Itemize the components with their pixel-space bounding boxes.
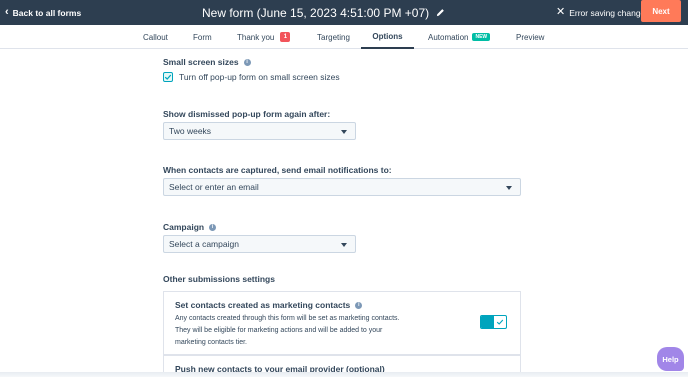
small-screen-label: Small screen sizes (163, 57, 239, 67)
form-title-area: New form (June 15, 2023 4:51:00 PM +07) (202, 0, 445, 25)
tab-label: Callout (143, 32, 168, 42)
top-bar: ‹ Back to all forms New form (June 15, 2… (0, 0, 688, 25)
campaign-label: Campaign (163, 222, 205, 232)
pencil-icon[interactable] (436, 8, 445, 17)
small-screen-checkbox-label: Turn off pop-up form on small screen siz… (179, 72, 340, 82)
notification-email-select[interactable]: Select or enter an email (163, 178, 521, 196)
caret-down-icon (341, 243, 347, 247)
back-label: Back to all forms (12, 7, 82, 18)
chevron-left-icon: ‹ (5, 6, 9, 18)
dismissed-heading: Show dismissed pop-up form again after: (163, 109, 330, 119)
tab-thank-you[interactable]: Thank you 1 (237, 25, 291, 49)
small-screen-heading: Small screen sizes i (163, 57, 251, 67)
info-icon[interactable]: i (355, 301, 363, 309)
tab-preview[interactable]: Preview (516, 25, 544, 49)
marketing-contacts-description: Any contacts created through this form w… (175, 315, 400, 346)
help-button[interactable]: Help (657, 347, 684, 371)
tab-automation[interactable]: Automation NEW (428, 25, 491, 49)
campaign-heading: Campaign i (163, 222, 217, 232)
dismissed-select-value: Two weeks (169, 126, 212, 136)
other-settings-label: Other submissions settings (163, 274, 275, 284)
marketing-contacts-toggle[interactable] (480, 315, 507, 329)
new-badge: NEW (472, 33, 491, 41)
dismissed-select[interactable]: Two weeks (163, 122, 356, 140)
tab-label: Options (372, 31, 403, 41)
tab-form[interactable]: Form (193, 25, 212, 49)
dismissed-label: Show dismissed pop-up form again after: (163, 109, 331, 119)
notifications-heading: When contacts are captured, send email n… (163, 165, 392, 175)
small-screen-checkbox[interactable] (163, 72, 173, 82)
error-saving-changes[interactable]: ✕ Error saving changes (556, 0, 650, 25)
other-settings-heading: Other submissions settings (163, 274, 275, 284)
bottom-edge (0, 372, 688, 377)
notifications-label: When contacts are captured, send email n… (163, 165, 392, 175)
marketing-contacts-title-row: Set contacts created as marketing contac… (175, 300, 363, 310)
info-icon[interactable]: i (209, 223, 217, 231)
campaign-placeholder: Select a campaign (169, 239, 239, 249)
caret-down-icon (506, 186, 512, 190)
form-title: New form (June 15, 2023 4:51:00 PM +07) (202, 5, 430, 20)
caret-down-icon (341, 130, 347, 134)
tab-label: Preview (516, 32, 545, 42)
marketing-contacts-title: Set contacts created as marketing contac… (175, 300, 351, 310)
small-screen-checkbox-row[interactable]: Turn off pop-up form on small screen siz… (163, 72, 340, 82)
error-label: Error saving changes (569, 7, 650, 18)
info-icon[interactable]: i (243, 58, 251, 66)
tab-options[interactable]: Options (361, 25, 414, 49)
toggle-knob (493, 316, 506, 328)
tab-callout[interactable]: Callout (143, 25, 168, 49)
tab-label: Targeting (317, 32, 350, 42)
close-icon: ✕ (556, 6, 566, 18)
tab-bar: Callout Form Thank you 1 Targeting Optio… (0, 25, 688, 49)
checkmark-icon (496, 319, 503, 325)
back-to-all-forms-link[interactable]: ‹ Back to all forms (5, 0, 81, 25)
marketing-contacts-card: Set contacts created as marketing contac… (163, 291, 521, 355)
tab-label: Thank you (237, 32, 275, 42)
next-button[interactable]: Next (641, 0, 681, 22)
checkmark-icon (164, 74, 172, 80)
tab-label: Automation (428, 32, 469, 42)
notification-email-placeholder: Select or enter an email (169, 182, 259, 192)
error-count-badge: 1 (280, 32, 291, 42)
tab-targeting[interactable]: Targeting (317, 25, 350, 49)
campaign-select[interactable]: Select a campaign (163, 235, 356, 253)
tab-label: Form (193, 32, 212, 42)
